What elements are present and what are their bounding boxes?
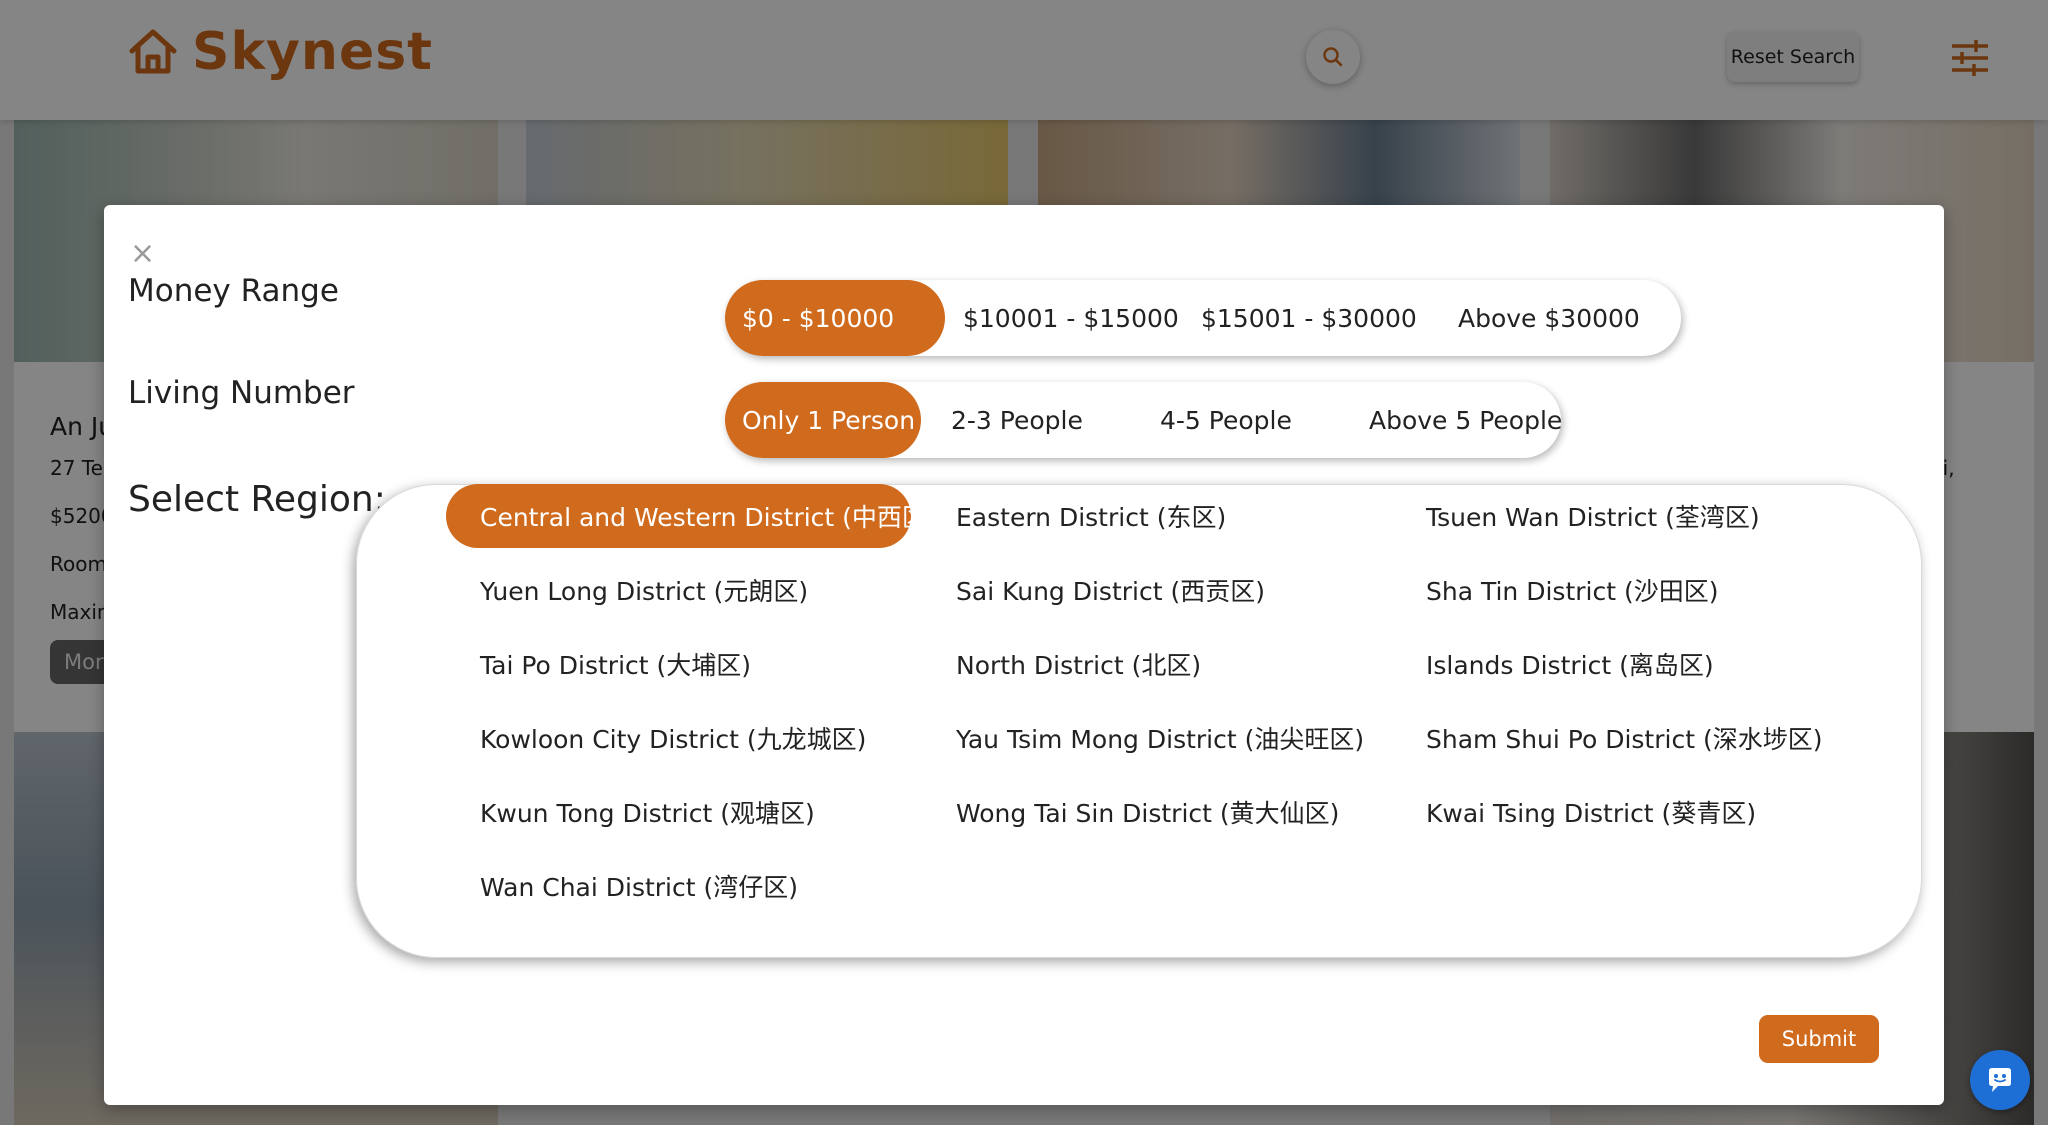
filter-modal: × Money Range $0 - $10000 $10001 - $1500… <box>104 205 1944 1105</box>
living-option-above-5-people[interactable]: Above 5 People <box>1369 382 1562 458</box>
region-option-wan-chai[interactable]: Wan Chai District (湾仔区) <box>480 854 798 918</box>
money-option-above-30000[interactable]: Above $30000 <box>1458 280 1658 356</box>
submit-button[interactable]: Submit <box>1759 1015 1879 1063</box>
money-range-selector: $0 - $10000 $10001 - $15000 $15001 - $30… <box>725 280 1681 356</box>
region-option-sham-shui-po[interactable]: Sham Shui Po District (深水埗区) <box>1426 706 1822 770</box>
region-option-kowloon-city[interactable]: Kowloon City District (九龙城区) <box>480 706 866 770</box>
living-number-label: Living Number <box>128 375 355 411</box>
region-option-kwun-tong[interactable]: Kwun Tong District (观塘区) <box>480 780 815 844</box>
region-option-central-western[interactable]: Central and Western District (中西区) <box>446 484 937 548</box>
region-option-sha-tin[interactable]: Sha Tin District (沙田区) <box>1426 558 1718 622</box>
money-option-15001-30000[interactable]: $15001 - $30000 <box>1201 280 1417 356</box>
region-option-eastern[interactable]: Eastern District (东区) <box>956 484 1226 548</box>
region-option-wong-tai-sin[interactable]: Wong Tai Sin District (黄大仙区) <box>956 780 1339 844</box>
region-option-sai-kung[interactable]: Sai Kung District (西贡区) <box>956 558 1265 622</box>
chat-bot-icon <box>1989 1068 2011 1092</box>
chat-button[interactable] <box>1970 1050 2030 1110</box>
region-option-islands[interactable]: Islands District (离岛区) <box>1426 632 1714 696</box>
region-option-kwai-tsing[interactable]: Kwai Tsing District (葵青区) <box>1426 780 1756 844</box>
region-option-tai-po[interactable]: Tai Po District (大埔区) <box>480 632 751 696</box>
money-option-10001-15000[interactable]: $10001 - $15000 <box>963 280 1179 356</box>
living-option-4-5-people[interactable]: 4-5 People <box>1160 382 1310 458</box>
money-range-label: Money Range <box>128 273 339 309</box>
region-option-north[interactable]: North District (北区) <box>956 632 1201 696</box>
region-option-tsuen-wan[interactable]: Tsuen Wan District (荃湾区) <box>1426 484 1760 548</box>
region-selector: Central and Western District (中西区) Easte… <box>356 484 1922 958</box>
select-region-label: Select Region: <box>128 479 386 520</box>
living-option-1-person[interactable]: Only 1 Person <box>725 382 921 458</box>
living-option-2-3-people[interactable]: 2-3 People <box>951 382 1101 458</box>
money-option-0-10000[interactable]: $0 - $10000 <box>725 280 945 356</box>
living-number-selector: Only 1 Person 2-3 People 4-5 People Abov… <box>725 382 1562 458</box>
close-icon[interactable]: × <box>130 239 155 269</box>
region-option-yuen-long[interactable]: Yuen Long District (元朗区) <box>480 558 808 622</box>
region-option-yau-tsim-mong[interactable]: Yau Tsim Mong District (油尖旺区) <box>956 706 1364 770</box>
